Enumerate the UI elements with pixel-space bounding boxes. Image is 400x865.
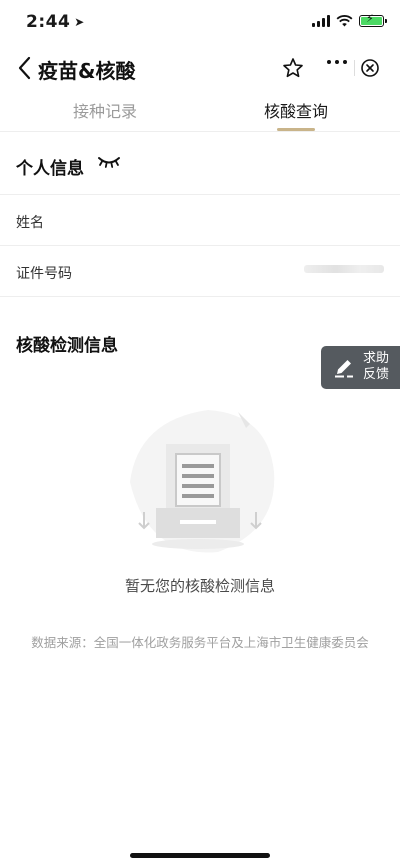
status-bar: 2:44 ➤ ⚡ <box>0 0 400 46</box>
help-feedback-label: 求助 反馈 <box>363 351 390 382</box>
cellular-signal-icon <box>312 15 330 27</box>
pencil-icon <box>335 360 353 378</box>
divider <box>0 245 400 246</box>
back-chevron-icon[interactable] <box>14 55 36 81</box>
divider <box>0 194 400 195</box>
data-source-text: 数据来源：全国一体化政务服务平台及上海市卫生健康委员会 <box>31 635 369 650</box>
charging-bolt-icon: ⚡ <box>366 12 374 25</box>
close-icon[interactable] <box>360 58 380 78</box>
home-indicator <box>130 853 270 858</box>
status-icons: ⚡ <box>312 12 387 27</box>
capsule-divider <box>354 60 355 76</box>
divider <box>0 296 400 297</box>
help-feedback-button[interactable]: 求助 反馈 <box>321 346 400 389</box>
test-info-title: 核酸检测信息 <box>16 336 118 356</box>
location-arrow-icon: ➤ <box>74 15 85 29</box>
star-favorite-icon[interactable] <box>281 56 305 80</box>
id-number-label: 证件号码 <box>16 266 72 282</box>
more-menu-icon[interactable] <box>327 60 347 64</box>
name-label: 姓名 <box>16 215 44 231</box>
empty-document-illustration <box>130 410 275 553</box>
eye-closed-icon[interactable] <box>97 155 121 169</box>
personal-info-title: 个人信息 <box>16 159 84 179</box>
status-time: 2:44 ➤ <box>26 12 85 32</box>
tab-bar: 接种记录 核酸查询 <box>0 92 400 132</box>
wifi-icon <box>336 15 353 27</box>
tab-nucleic-acid-query[interactable]: 核酸查询 <box>264 98 328 122</box>
nav-bar: 疫苗&核酸 <box>0 46 400 90</box>
tab-vaccination-record[interactable]: 接种记录 <box>73 98 137 122</box>
mini-program-capsule <box>315 51 394 84</box>
battery-icon: ⚡ <box>359 12 387 27</box>
active-tab-indicator <box>277 128 315 131</box>
empty-state-text: 暂无您的核酸检测信息 <box>124 577 275 595</box>
id-number-masked-value <box>304 265 384 273</box>
page-title: 疫苗&核酸 <box>38 59 136 83</box>
